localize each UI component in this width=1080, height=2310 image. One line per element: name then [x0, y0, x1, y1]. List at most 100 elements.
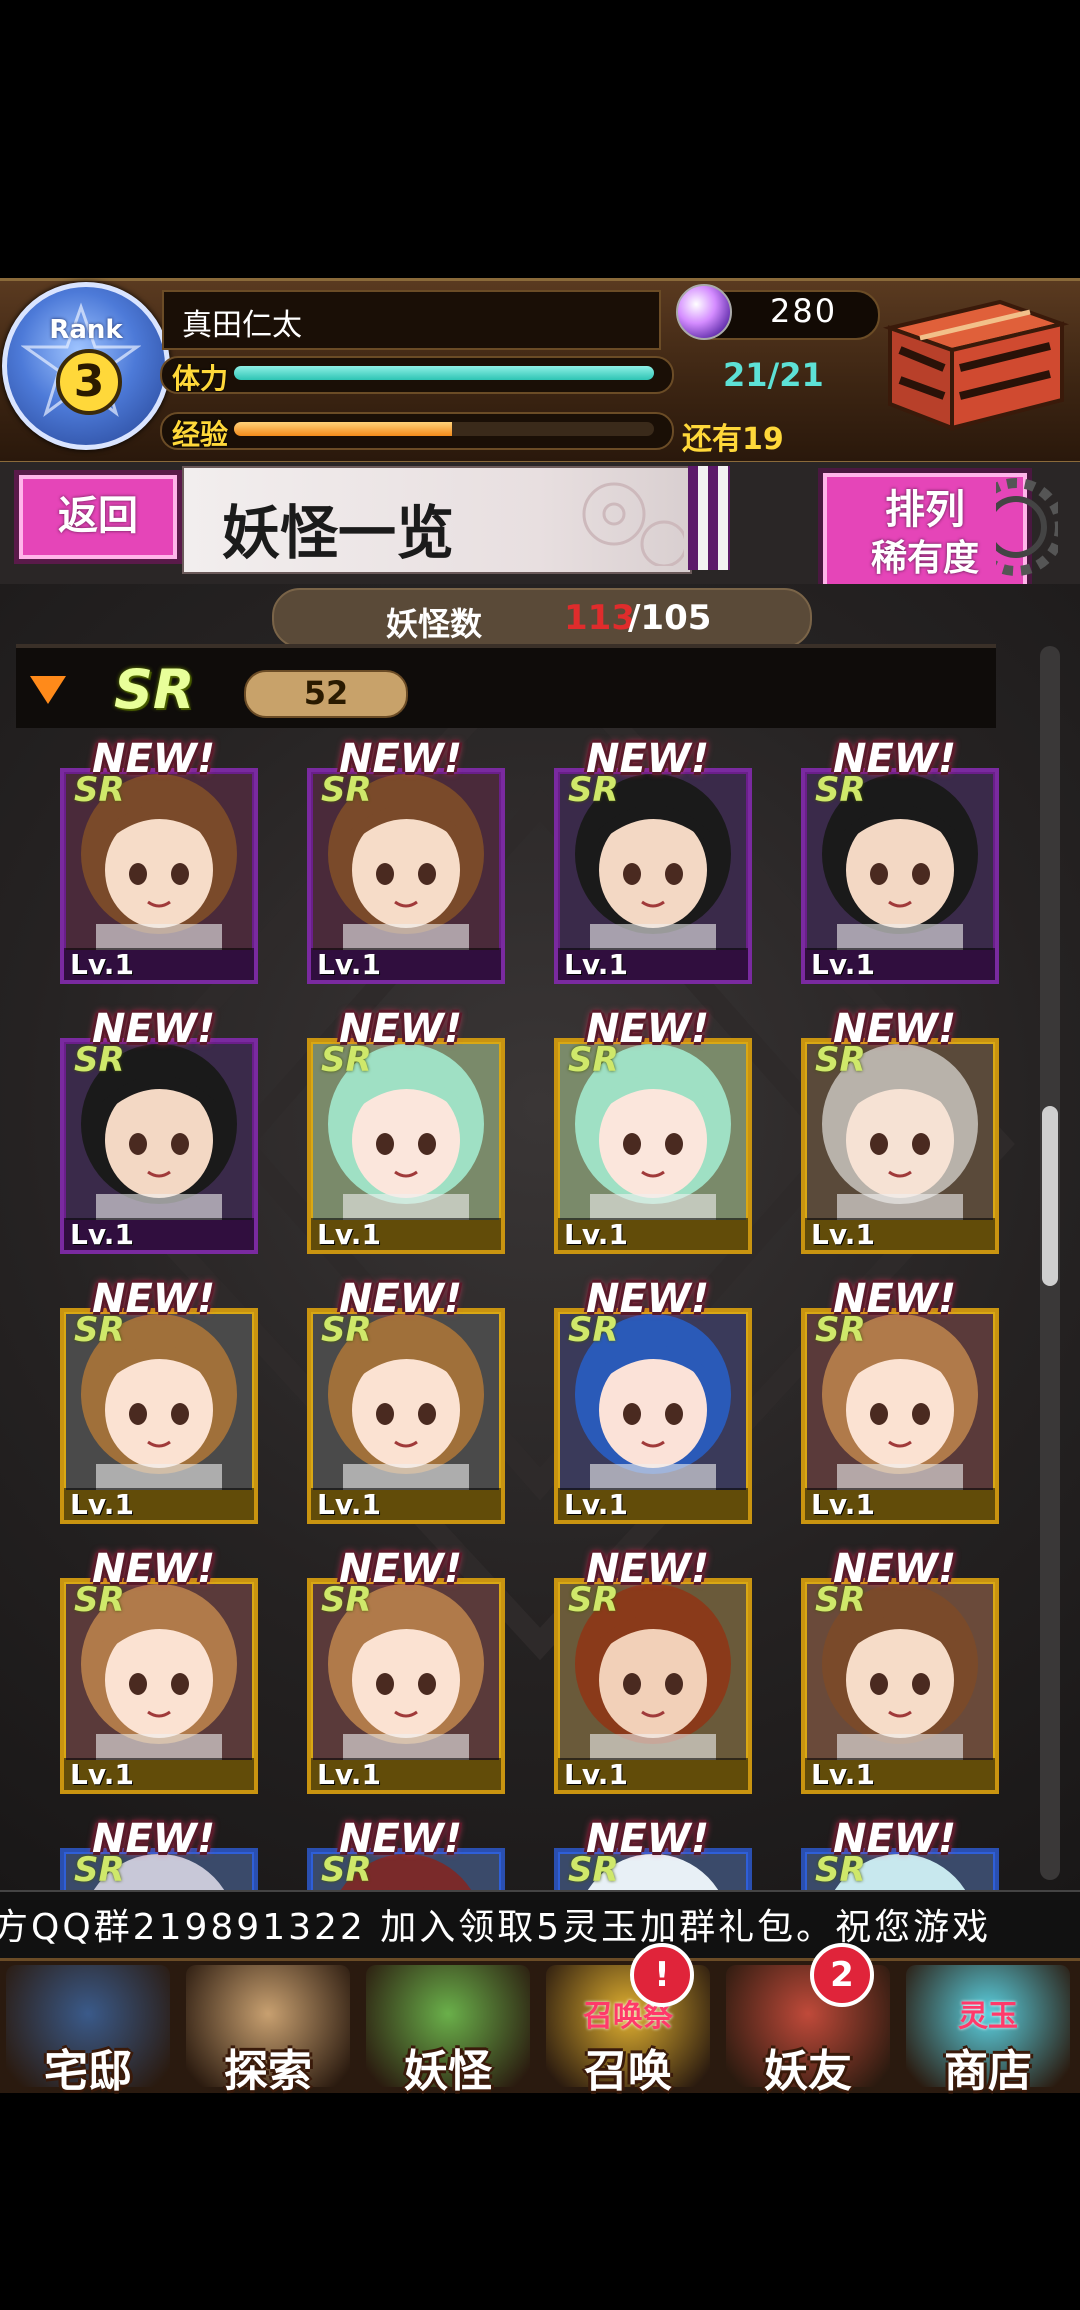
yokai-portrait — [560, 1314, 746, 1490]
yokai-card[interactable] — [801, 1848, 999, 1890]
announcement-ticker: 方QQ群219891322 加入领取5灵玉加群礼包。祝您游戏 — [0, 1890, 1080, 1960]
nav-item-spirit-orb[interactable]: 灵玉 商店 — [900, 1961, 1076, 2097]
yokai-portrait — [66, 1854, 252, 1890]
nav-label: 妖友 — [764, 2046, 852, 2097]
page-title: 妖怪一览 — [222, 499, 455, 567]
gem-count: 280 — [770, 292, 838, 330]
gift-chest-icon[interactable] — [880, 288, 1070, 436]
yokai-portrait — [807, 1314, 993, 1490]
level-text: Lv.1 — [811, 948, 875, 981]
yokai-card[interactable]: Lv.1 — [307, 768, 505, 984]
nav-item-friend-girl[interactable]: 妖友 2 — [720, 1943, 896, 2097]
exp-value: 还有19 — [682, 422, 784, 457]
level-text: Lv.1 — [564, 1488, 628, 1521]
yokai-card[interactable] — [60, 1848, 258, 1890]
yokai-portrait — [807, 1854, 993, 1890]
level-text: Lv.1 — [811, 1488, 875, 1521]
rank-badge[interactable]: Rank 3 — [2, 282, 170, 450]
yokai-portrait — [66, 1314, 252, 1490]
level-text: Lv.1 — [564, 948, 628, 981]
yokai-card[interactable]: Lv.1 — [60, 1578, 258, 1794]
scrollbar-thumb[interactable] — [1042, 1106, 1058, 1286]
yokai-card[interactable] — [307, 1848, 505, 1890]
player-name-box: 真田仁太 — [162, 290, 661, 350]
notification-badge: ! — [630, 1943, 694, 2007]
nav-sub-label: 召唤祭 — [583, 1999, 673, 2034]
yokai-card[interactable] — [554, 1848, 752, 1890]
nav-item-yokai-scroll[interactable]: 妖怪 — [360, 1961, 536, 2097]
level-text: Lv.1 — [70, 948, 134, 981]
level-bar: Lv.1 — [805, 1758, 995, 1791]
yokai-card[interactable]: Lv.1 — [60, 1308, 258, 1524]
level-bar: Lv.1 — [64, 948, 254, 981]
yokai-portrait — [66, 1044, 252, 1220]
nav-sub-label: 灵玉 — [958, 1999, 1018, 2034]
yokai-card[interactable]: Lv.1 — [801, 1038, 999, 1254]
scrollbar[interactable] — [1040, 646, 1060, 1880]
level-bar: Lv.1 — [805, 948, 995, 981]
level-text: Lv.1 — [564, 1758, 628, 1791]
yokai-portrait — [560, 774, 746, 950]
yokai-card[interactable]: Lv.1 — [307, 1038, 505, 1254]
back-button[interactable]: 返回 — [14, 470, 182, 564]
yokai-portrait — [313, 1854, 499, 1890]
level-bar: Lv.1 — [311, 1488, 501, 1521]
exp-label: 经验 — [172, 418, 229, 451]
nav-label: 商店 — [944, 2046, 1032, 2097]
yokai-card[interactable]: Lv.1 — [801, 1308, 999, 1524]
level-text: Lv.1 — [70, 1488, 134, 1521]
nav-label: 探索 — [224, 2046, 312, 2097]
yokai-portrait — [560, 1044, 746, 1220]
yokai-portrait — [313, 1314, 499, 1490]
player-name: 真田仁太 — [182, 308, 302, 343]
yokai-card[interactable]: Lv.1 — [801, 1578, 999, 1794]
gear-icon — [996, 478, 1058, 576]
rarity-label: SR — [114, 658, 195, 721]
nav-label: 召唤 — [584, 2046, 672, 2097]
yokai-count-pill: 妖怪数 113 /105 — [272, 588, 812, 648]
rarity-section-header[interactable]: SR 52 — [16, 644, 996, 728]
yokai-portrait — [807, 774, 993, 950]
collapse-arrow-icon[interactable] — [30, 676, 66, 704]
yokai-card[interactable]: Lv.1 — [554, 1578, 752, 1794]
bottom-nav: 宅邸 探索 妖怪 召唤祭 召唤! 妖友 2 灵玉 商店 — [0, 1943, 1080, 2097]
yokai-card[interactable]: Lv.1 — [554, 1038, 752, 1254]
yokai-count-max: /105 — [628, 598, 712, 638]
yokai-portrait — [313, 774, 499, 950]
title-panel: 妖怪一览 — [182, 466, 692, 574]
yokai-card[interactable]: Lv.1 — [60, 768, 258, 984]
notification-badge: 2 — [810, 1943, 874, 2007]
level-text: Lv.1 — [70, 1218, 134, 1251]
yokai-card[interactable]: Lv.1 — [801, 768, 999, 984]
yokai-card[interactable]: Lv.1 — [554, 1308, 752, 1524]
stamina-track — [234, 366, 654, 380]
level-bar: Lv.1 — [64, 1758, 254, 1791]
level-bar: Lv.1 — [558, 1488, 748, 1521]
level-bar: Lv.1 — [558, 948, 748, 981]
level-text: Lv.1 — [317, 1758, 381, 1791]
exp-fill — [234, 422, 453, 436]
level-bar: Lv.1 — [558, 1758, 748, 1791]
yokai-card[interactable]: Lv.1 — [60, 1038, 258, 1254]
stamina-label: 体力 — [172, 362, 229, 395]
level-bar: Lv.1 — [311, 948, 501, 981]
level-bar: Lv.1 — [64, 1488, 254, 1521]
rank-number: 3 — [56, 349, 122, 415]
level-text: Lv.1 — [317, 1488, 381, 1521]
level-text: Lv.1 — [317, 948, 381, 981]
nav-item-summon-festival[interactable]: 召唤祭召唤! — [540, 1943, 716, 2097]
level-bar: Lv.1 — [311, 1218, 501, 1251]
yokai-portrait — [560, 1854, 746, 1890]
yokai-card[interactable]: Lv.1 — [554, 768, 752, 984]
level-text: Lv.1 — [811, 1218, 875, 1251]
yokai-count-owned: 113 — [564, 598, 635, 638]
nav-item-magnifier-map[interactable]: 探索 — [180, 1961, 356, 2097]
title-stripe — [688, 466, 730, 570]
level-text: Lv.1 — [811, 1758, 875, 1791]
yokai-card[interactable]: Lv.1 — [307, 1578, 505, 1794]
yokai-card[interactable]: Lv.1 — [307, 1308, 505, 1524]
flower-pattern-icon — [582, 482, 684, 566]
rarity-count: 52 — [303, 674, 349, 712]
nav-item-mansion[interactable]: 宅邸 — [0, 1961, 176, 2097]
yokai-portrait — [66, 1584, 252, 1760]
